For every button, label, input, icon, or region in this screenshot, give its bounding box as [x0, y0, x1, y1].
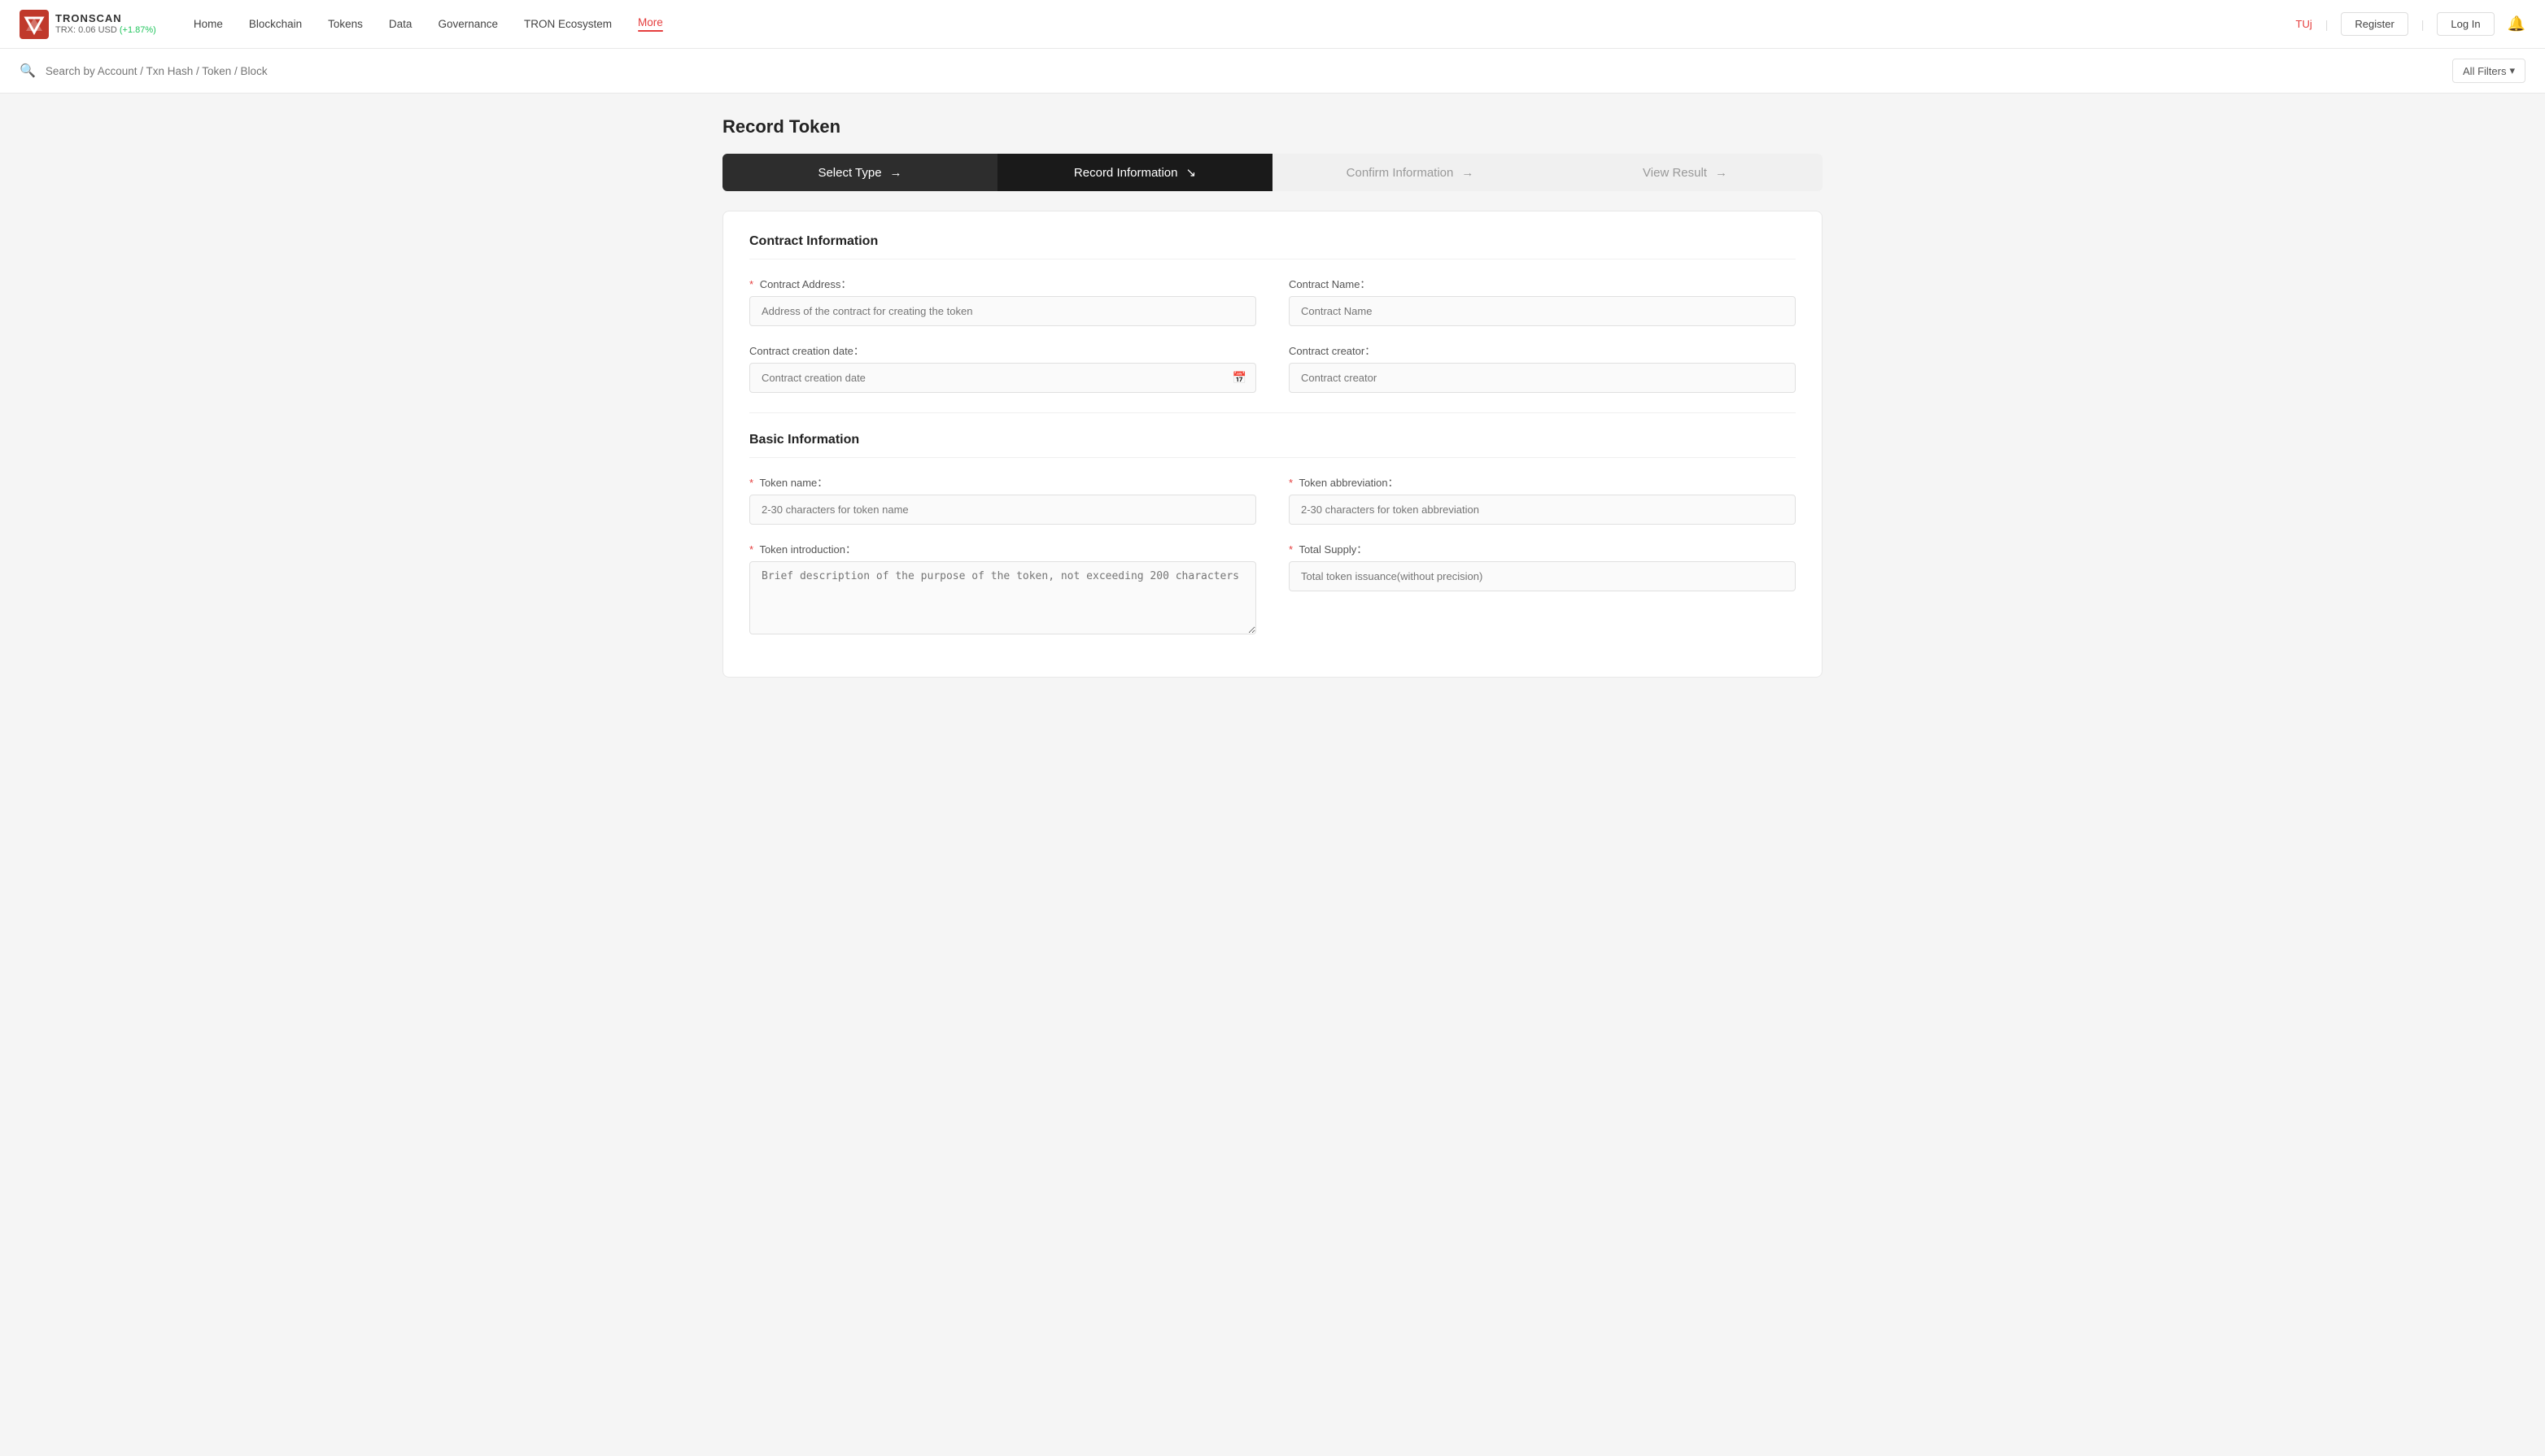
- stepper: Select Type → Record Information ↘ Confi…: [722, 154, 1823, 191]
- step-view-result-label: View Result: [1643, 166, 1707, 180]
- token-abbreviation-required: *: [1289, 477, 1293, 489]
- contract-name-label: Contract Name：: [1289, 276, 1796, 291]
- chevron-down-icon: ▾: [2509, 64, 2515, 77]
- basic-info-grid: * Token name： * Token abbreviation： * To…: [749, 474, 1796, 634]
- all-filters-button[interactable]: All Filters ▾: [2452, 59, 2525, 83]
- search-icon: 🔍: [20, 63, 36, 79]
- contract-creation-date-group: Contract creation date： 📅: [749, 342, 1256, 393]
- register-button[interactable]: Register: [2341, 12, 2407, 36]
- step-record-info-arrow: ↘: [1185, 165, 1196, 180]
- section-divider: [749, 412, 1796, 413]
- contract-creation-date-input[interactable]: [749, 363, 1256, 393]
- nav-tron-ecosystem[interactable]: TRON Ecosystem: [513, 11, 623, 37]
- step-select-type-arrow: →: [890, 166, 902, 180]
- search-input[interactable]: [46, 65, 2442, 77]
- nav-tokens[interactable]: Tokens: [316, 11, 374, 37]
- nav-more[interactable]: More: [626, 10, 674, 38]
- token-intro-label: * Token introduction：: [749, 541, 1256, 556]
- step-select-type: Select Type →: [722, 154, 997, 191]
- nav-links: Home Blockchain Tokens Data Governance T…: [182, 10, 2296, 38]
- navbar-right: TUj | Register | Log In 🔔: [2296, 12, 2526, 36]
- step-view-result-arrow: →: [1715, 166, 1727, 180]
- form-card: Contract Information * Contract Address：…: [722, 211, 1823, 678]
- contract-creation-date-label: Contract creation date：: [749, 342, 1256, 358]
- contract-address-group: * Contract Address：: [749, 276, 1256, 326]
- token-abbreviation-input[interactable]: [1289, 495, 1796, 525]
- total-supply-required: *: [1289, 543, 1293, 556]
- token-name-group: * Token name：: [749, 474, 1256, 525]
- step-record-info-label: Record Information: [1074, 166, 1178, 180]
- total-supply-input[interactable]: [1289, 561, 1796, 591]
- nav-blockchain[interactable]: Blockchain: [238, 11, 313, 37]
- token-name-required: *: [749, 477, 753, 489]
- token-name-input[interactable]: [749, 495, 1256, 525]
- token-name-label: * Token name：: [749, 474, 1256, 490]
- contract-address-required: *: [749, 278, 753, 290]
- nav-home[interactable]: Home: [182, 11, 234, 37]
- contract-info-grid: * Contract Address： Contract Name： Contr…: [749, 276, 1796, 393]
- nav-data[interactable]: Data: [378, 11, 424, 37]
- step-confirm-info-arrow: →: [1461, 166, 1473, 180]
- main-content: Record Token Select Type → Record Inform…: [703, 94, 1842, 700]
- token-intro-textarea[interactable]: [749, 561, 1256, 634]
- contract-section-title: Contract Information: [749, 234, 1796, 259]
- search-bar: 🔍 All Filters ▾: [0, 49, 2545, 94]
- token-abbreviation-group: * Token abbreviation：: [1289, 474, 1796, 525]
- nav-divider: |: [2325, 18, 2329, 31]
- step-select-type-label: Select Type: [818, 166, 881, 180]
- contract-address-label: * Contract Address：: [749, 276, 1256, 291]
- brand-name: TRONSCAN: [55, 13, 156, 24]
- basic-section-title: Basic Information: [749, 433, 1796, 458]
- token-intro-group: * Token introduction：: [749, 541, 1256, 634]
- brand-price: TRX: 0.06 USD (+1.87%): [55, 25, 156, 35]
- contract-creator-group: Contract creator：: [1289, 342, 1796, 393]
- contract-name-input[interactable]: [1289, 296, 1796, 326]
- token-abbreviation-label: * Token abbreviation：: [1289, 474, 1796, 490]
- contract-address-input[interactable]: [749, 296, 1256, 326]
- page-title: Record Token: [722, 116, 1823, 137]
- contract-creation-date-wrapper: 📅: [749, 363, 1256, 393]
- contract-name-group: Contract Name：: [1289, 276, 1796, 326]
- step-view-result: View Result →: [1548, 154, 1823, 191]
- login-button[interactable]: Log In: [2437, 12, 2494, 36]
- step-confirm-info-label: Confirm Information: [1347, 166, 1454, 180]
- contract-creator-label: Contract creator：: [1289, 342, 1796, 358]
- total-supply-group: * Total Supply：: [1289, 541, 1796, 634]
- contract-creator-input[interactable]: [1289, 363, 1796, 393]
- navbar: TRONSCAN TRX: 0.06 USD (+1.87%) Home Blo…: [0, 0, 2545, 49]
- user-avatar[interactable]: TUj: [2296, 18, 2312, 30]
- nav-divider-2: |: [2421, 18, 2425, 31]
- brand-logo-link[interactable]: TRONSCAN TRX: 0.06 USD (+1.87%): [20, 10, 156, 39]
- nav-governance[interactable]: Governance: [426, 11, 509, 37]
- tronscan-logo: [20, 10, 49, 39]
- step-confirm-info: Confirm Information →: [1272, 154, 1548, 191]
- token-intro-required: *: [749, 543, 753, 556]
- total-supply-label: * Total Supply：: [1289, 541, 1796, 556]
- notification-icon[interactable]: 🔔: [2508, 15, 2525, 33]
- step-record-info: Record Information ↘: [997, 154, 1272, 191]
